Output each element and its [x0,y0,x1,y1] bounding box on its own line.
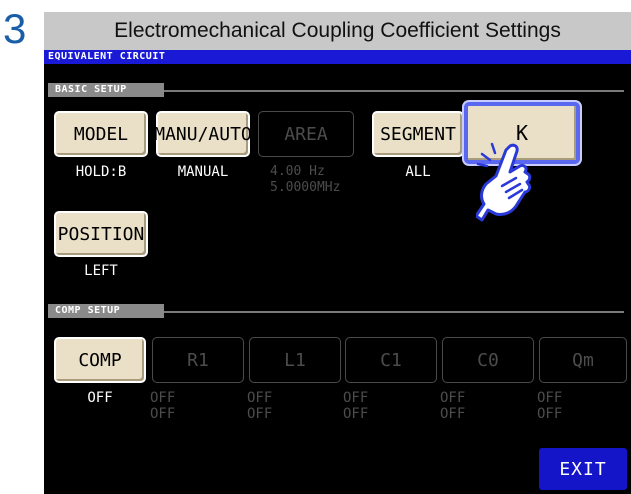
l1-value: OFF [247,390,273,406]
screen-tab-label: EQUIVALENT CIRCUIT [48,51,166,62]
instrument-screen: EQUIVALENT CIRCUIT BASIC SETUP MODEL HOL… [44,50,631,494]
comp-value: OFF [87,390,113,406]
l1-value: OFF [247,406,273,422]
comp-setup-header: COMP SETUP [48,304,164,318]
c0-value: OFF [440,406,466,422]
qm-button: Qm [539,337,627,383]
model-value: HOLD:B [75,164,127,180]
c0-button: C0 [442,337,534,383]
r1-button: R1 [152,337,244,383]
pointing-hand-icon [476,142,532,222]
segment-value: ALL [405,164,431,180]
page-title: Electromechanical Coupling Coefficient S… [114,19,561,42]
section-divider [164,90,624,92]
l1-button: L1 [249,337,341,383]
r1-value: OFF [150,390,176,406]
manu-auto-button[interactable]: MANU/AUTO [154,111,252,157]
model-button[interactable]: MODEL [54,111,148,157]
segment-button[interactable]: SEGMENT [372,111,464,157]
area-value-start: 4.00 Hz [270,164,325,179]
c0-value: OFF [440,390,466,406]
position-value: LEFT [84,263,118,279]
exit-button[interactable]: EXIT [539,448,627,490]
comp-button[interactable]: COMP [54,337,146,383]
qm-value: OFF [537,406,563,422]
area-value-stop: 5.0000MHz [270,180,341,195]
section-divider [164,311,624,313]
position-button[interactable]: POSITION [54,211,148,257]
r1-value: OFF [150,406,176,422]
title-bar: Electromechanical Coupling Coefficient S… [44,12,631,50]
manu-auto-value: MANUAL [177,164,229,180]
c1-button: C1 [345,337,437,383]
c1-value: OFF [343,390,369,406]
comp-setup-header-label: COMP SETUP [55,305,121,316]
step-number: 3 [3,5,27,52]
basic-setup-header-label: BASIC SETUP [55,84,127,95]
area-button: AREA [258,111,354,157]
qm-value: OFF [537,390,563,406]
basic-setup-header: BASIC SETUP [48,83,164,97]
screen-tab: EQUIVALENT CIRCUIT [44,50,631,64]
c1-value: OFF [343,406,369,422]
